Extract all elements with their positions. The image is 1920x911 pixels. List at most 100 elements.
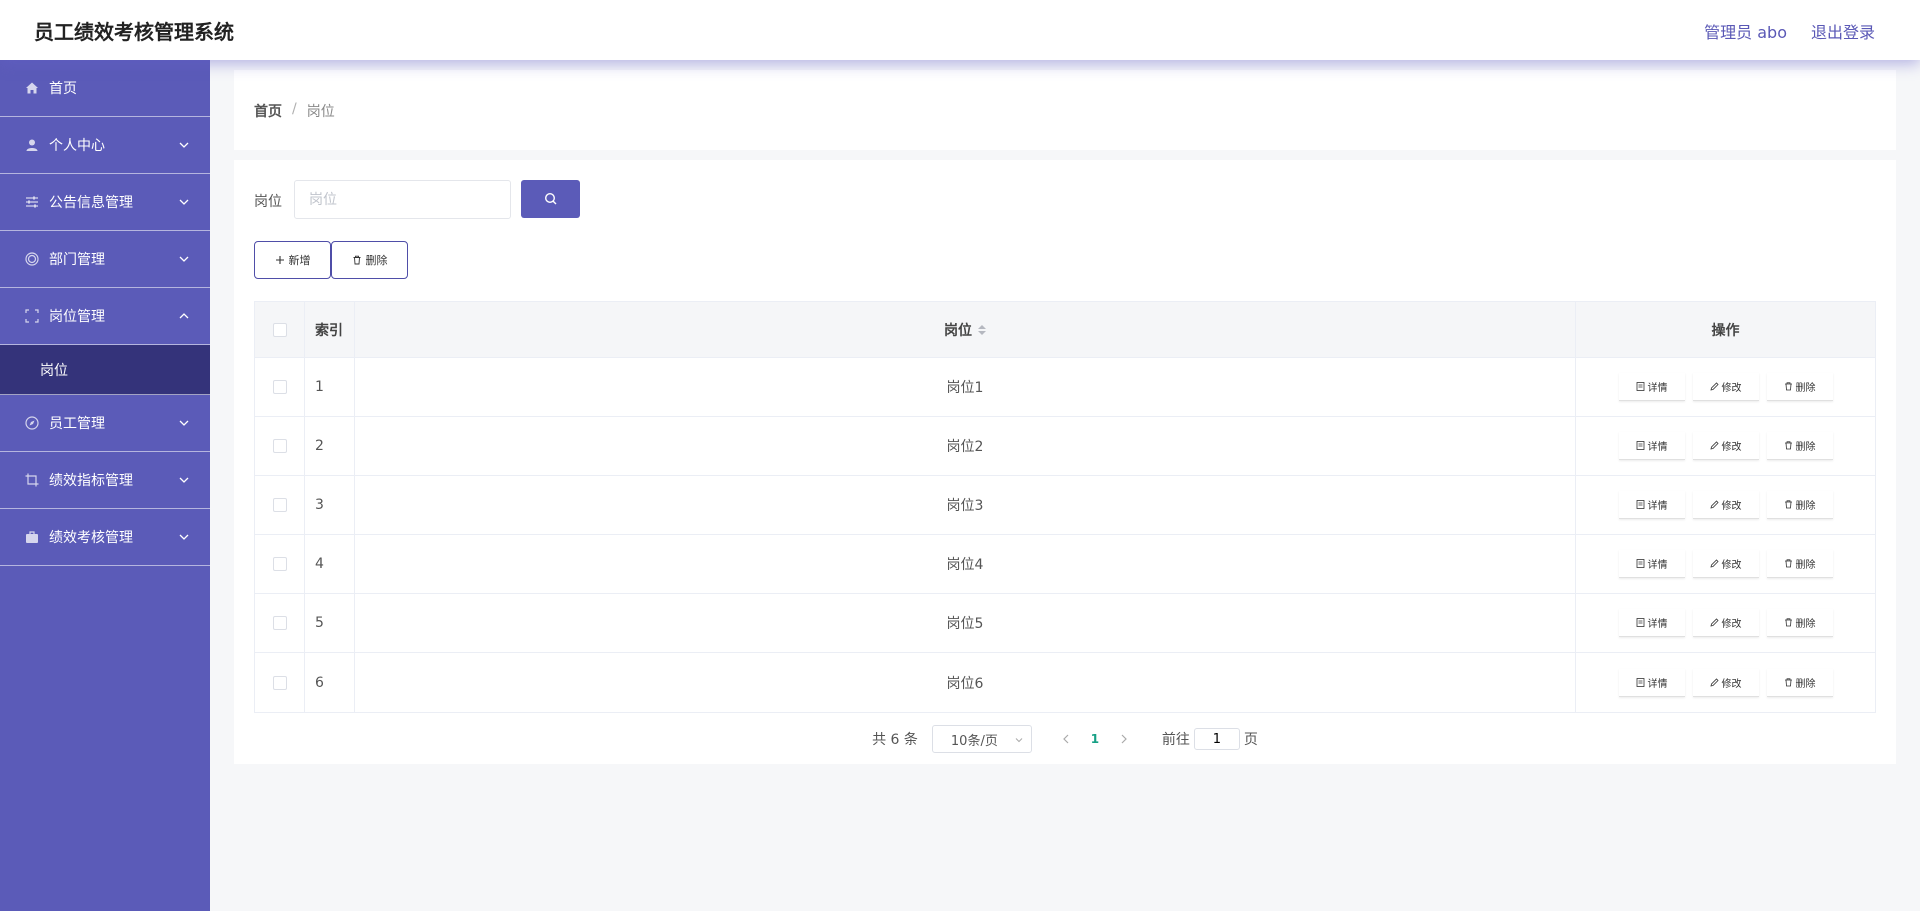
sidebar-subitem-position[interactable]: 岗位: [0, 345, 210, 395]
row-index: 4: [305, 535, 355, 593]
row-delete-button[interactable]: 删除: [1766, 491, 1833, 519]
row-actions: 详情 修改 删除: [1576, 653, 1875, 712]
detail-button-label: 详情: [1647, 383, 1668, 394]
logout-link[interactable]: 退出登录: [1811, 19, 1875, 43]
goto-unit: 页: [1243, 732, 1258, 748]
header-user-area: 管理员 abo 退出登录: [1704, 19, 1875, 43]
edit-button[interactable]: 修改: [1692, 550, 1759, 578]
top-header: 员工绩效考核管理系统 管理员 abo 退出登录: [0, 0, 1920, 60]
next-page-button[interactable]: [1110, 734, 1138, 744]
row-checkbox[interactable]: [272, 616, 287, 630]
sidebar-item-notice[interactable]: 公告信息管理: [0, 174, 210, 231]
app-title: 员工绩效考核管理系统: [34, 20, 234, 44]
row-index: 5: [305, 594, 355, 652]
select-all-checkbox[interactable]: [272, 322, 287, 337]
row-checkbox[interactable]: [272, 675, 287, 690]
detail-button[interactable]: 详情: [1618, 668, 1685, 697]
sidebar-item-label: 员工管理: [49, 416, 105, 432]
row-checkbox[interactable]: [272, 498, 287, 512]
edit-button[interactable]: 修改: [1692, 668, 1759, 697]
row-delete-button[interactable]: 删除: [1766, 373, 1833, 401]
detail-button[interactable]: 详情: [1618, 373, 1685, 401]
sidebar: 首页 个人中心 公告信息管理 部门管理 岗位管理 岗位 员工管理 绩效指标管理 …: [0, 60, 210, 911]
row-delete-button[interactable]: 删除: [1766, 432, 1833, 460]
row-delete-button[interactable]: 删除: [1766, 609, 1833, 637]
edit-button-label: 修改: [1721, 501, 1742, 512]
edit-icon: [1709, 559, 1719, 568]
sliders-icon: [24, 194, 40, 210]
sidebar-item-home[interactable]: 首页: [0, 60, 210, 117]
sidebar-item-kpi[interactable]: 绩效指标管理: [0, 452, 210, 509]
table-body: 1 岗位1 详情 修改 删除 2 岗位2 详情 修改 删除 3 岗位3 详情 修改 删除 4 岗位4 详情 修改 删除…: [255, 358, 1875, 712]
header-index: 索引: [305, 302, 355, 357]
edit-button-label: 修改: [1721, 619, 1742, 630]
header-position-label: 岗位: [944, 322, 972, 339]
position-table: 索引 岗位 操作 1 岗位1 详情 修改 删除 2 岗位2 详情 修改 删除 3 岗位3 详情 修改 删除 4…: [254, 301, 1876, 713]
sidebar-item-label: 个人中心: [49, 138, 105, 154]
detail-button[interactable]: 详情: [1618, 491, 1685, 519]
row-delete-button-label: 删除: [1795, 678, 1816, 690]
goto-page-input[interactable]: [1193, 728, 1240, 750]
add-button[interactable]: 新增: [254, 241, 331, 279]
goto-page: 前往 页: [1162, 728, 1258, 750]
edit-button[interactable]: 修改: [1692, 373, 1759, 401]
chevron-left-icon: [1063, 734, 1069, 744]
edit-button[interactable]: 修改: [1692, 432, 1759, 460]
search-input[interactable]: [294, 180, 511, 219]
detail-button[interactable]: 详情: [1618, 432, 1685, 460]
row-checkbox[interactable]: [272, 380, 287, 394]
goto-label: 前往: [1161, 732, 1190, 748]
add-button-label: 新增: [288, 254, 311, 267]
row-actions: 详情 修改 删除: [1576, 594, 1875, 652]
breadcrumb-home[interactable]: 首页: [254, 101, 282, 121]
row-checkbox[interactable]: [272, 439, 287, 453]
sidebar-item-appraisal[interactable]: 绩效考核管理: [0, 509, 210, 566]
document-icon: [1636, 677, 1644, 687]
page-size-value: 10条/页: [950, 733, 998, 749]
header-select-cell: [255, 302, 305, 357]
chevron-down-icon: [179, 142, 189, 148]
sidebar-item-profile[interactable]: 个人中心: [0, 117, 210, 174]
pagination: 共 6 条 10条/页 1 前往 页: [234, 724, 1896, 754]
row-select-cell: [255, 417, 305, 475]
row-position: 岗位3: [355, 476, 1576, 534]
row-delete-button-label: 删除: [1795, 619, 1816, 630]
edit-button[interactable]: 修改: [1692, 491, 1759, 519]
row-delete-button[interactable]: 删除: [1766, 668, 1833, 697]
sidebar-item-position-mgmt[interactable]: 岗位管理: [0, 288, 210, 345]
row-delete-button-label: 删除: [1795, 560, 1816, 571]
row-position: 岗位5: [355, 594, 1576, 652]
trash-icon: [1784, 382, 1792, 391]
table-row: 3 岗位3 详情 修改 删除: [255, 476, 1875, 535]
detail-button[interactable]: 详情: [1618, 609, 1685, 637]
sidebar-item-employee[interactable]: 员工管理: [0, 395, 210, 452]
sidebar-subitem-label: 岗位: [40, 362, 68, 379]
prev-page-button[interactable]: [1052, 734, 1080, 744]
delete-button[interactable]: 删除: [331, 241, 408, 279]
compass-icon: [24, 415, 40, 431]
admin-user-label[interactable]: 管理员 abo: [1704, 19, 1787, 43]
row-select-cell: [255, 358, 305, 416]
row-actions: 详情 修改 删除: [1576, 476, 1875, 534]
sort-icon[interactable]: [978, 324, 986, 335]
sidebar-item-label: 绩效考核管理: [49, 530, 133, 546]
row-select-cell: [255, 535, 305, 593]
search-button[interactable]: [521, 180, 580, 218]
table-row: 1 岗位1 详情 修改 删除: [255, 358, 1875, 417]
header-position[interactable]: 岗位: [355, 302, 1576, 357]
breadcrumb-card: 首页 / 岗位: [234, 70, 1896, 150]
row-checkbox[interactable]: [272, 557, 287, 571]
page-size-select[interactable]: 10条/页: [931, 725, 1032, 753]
row-delete-button-label: 删除: [1795, 383, 1816, 394]
row-position: 岗位1: [355, 358, 1576, 416]
page-number[interactable]: 1: [1080, 732, 1110, 746]
sidebar-item-department[interactable]: 部门管理: [0, 231, 210, 288]
sidebar-item-label: 部门管理: [49, 252, 105, 268]
edit-icon: [1709, 618, 1719, 627]
edit-button[interactable]: 修改: [1692, 609, 1759, 637]
trash-icon: [1784, 441, 1792, 450]
detail-button[interactable]: 详情: [1618, 550, 1685, 578]
table-row: 6 岗位6 详情 修改 删除: [255, 653, 1875, 712]
row-position: 岗位6: [355, 653, 1576, 712]
row-delete-button[interactable]: 删除: [1766, 550, 1833, 578]
